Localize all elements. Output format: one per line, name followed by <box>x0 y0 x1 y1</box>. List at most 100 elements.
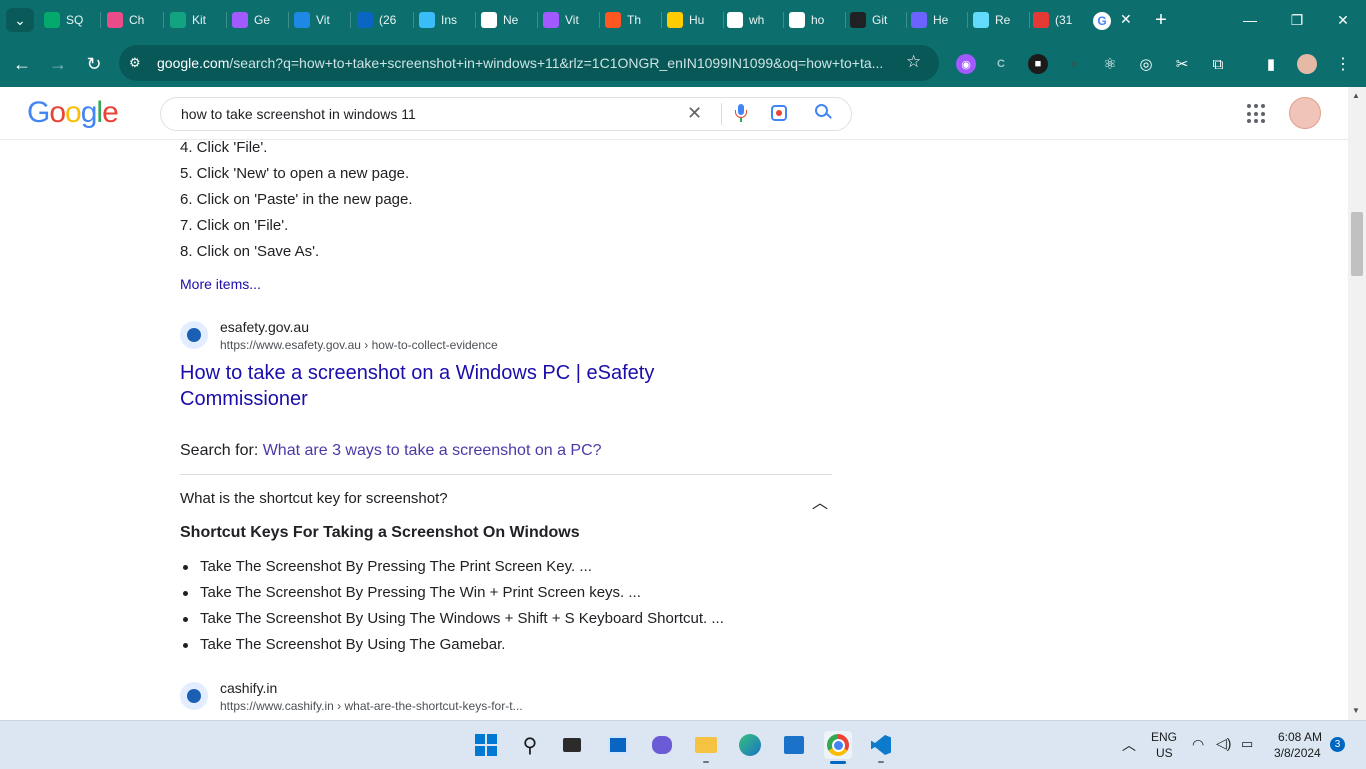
close-tab-icon[interactable]: ✕ <box>1120 11 1132 28</box>
clock-date[interactable]: 3/8/2024 <box>1274 746 1321 760</box>
back-button[interactable]: ← <box>10 52 34 76</box>
tab-separator <box>288 12 289 28</box>
globe-icon[interactable] <box>180 682 208 710</box>
notification-badge[interactable]: 3 <box>1330 737 1345 752</box>
vscode-icon[interactable] <box>867 731 895 759</box>
result-url[interactable]: https://www.esafety.gov.au › how-to-coll… <box>220 338 498 352</box>
browser-tab[interactable]: Ch <box>107 8 151 32</box>
browser-tab[interactable]: Git <box>850 8 894 32</box>
tab-label: (31 <box>1055 13 1073 27</box>
extension-3-icon[interactable]: ■ <box>1028 54 1048 74</box>
page-scrollbar[interactable]: ▲ ▼ <box>1348 87 1366 720</box>
browser-tab[interactable]: Ins <box>419 8 463 32</box>
site-info-icon[interactable]: ⚙ <box>129 55 141 71</box>
result-site-name[interactable]: esafety.gov.au <box>220 319 309 335</box>
search-input[interactable]: how to take screenshot in windows 11 <box>181 106 416 122</box>
lens-icon[interactable] <box>771 105 787 121</box>
voice-search-icon[interactable] <box>735 104 747 122</box>
result-title-link-line2[interactable]: Commissioner <box>180 388 308 411</box>
bookmark-star-icon[interactable]: ☆ <box>906 52 921 72</box>
tab-separator <box>413 12 414 28</box>
browser-toolbar: ← → ↻ ⚙ google.com/search?q=how+to+take+… <box>0 41 1366 87</box>
logo-letter: g <box>80 96 98 129</box>
browser-tab[interactable]: Kit <box>170 8 214 32</box>
teams-chat-icon[interactable] <box>648 731 676 759</box>
language-indicator[interactable]: ENG <box>1151 730 1177 744</box>
browser-tab[interactable]: Vit <box>294 8 338 32</box>
result-url[interactable]: https://www.cashify.in › what-are-the-sh… <box>220 699 523 713</box>
widgets-icon[interactable] <box>604 731 632 759</box>
volume-icon[interactable]: ◁) <box>1216 735 1231 752</box>
logo-letter: e <box>102 96 119 129</box>
show-hidden-icons-chevron-icon[interactable]: ︿ <box>1122 735 1136 755</box>
browser-tab[interactable]: SQ <box>44 8 88 32</box>
search-for-link[interactable]: What are 3 ways to take a screenshot on … <box>263 442 602 459</box>
browser-tab[interactable]: Re <box>973 8 1017 32</box>
tab-active[interactable]: G ✕ <box>1087 6 1143 41</box>
browser-tab[interactable]: (26 <box>357 8 401 32</box>
browser-tab[interactable]: Hu <box>667 8 711 32</box>
chrome-taskbar-icon[interactable] <box>824 731 852 759</box>
extension-1-icon[interactable]: ◉ <box>956 54 976 74</box>
account-avatar[interactable] <box>1289 97 1321 129</box>
profile-avatar[interactable] <box>1297 54 1317 74</box>
reload-button[interactable]: ↻ <box>82 52 106 76</box>
scrollbar-thumb[interactable] <box>1351 212 1363 276</box>
task-view-icon[interactable] <box>558 731 586 759</box>
clear-icon[interactable]: ✕ <box>687 103 702 124</box>
browser-tab[interactable]: wh <box>727 8 771 32</box>
address-bar[interactable]: ⚙ google.com/search?q=how+to+take+screen… <box>119 45 939 81</box>
result-title-link[interactable]: How to take a screenshot on a Windows PC… <box>180 362 654 385</box>
chevron-up-icon[interactable]: ︿ <box>812 489 828 513</box>
browser-tab[interactable]: He <box>911 8 955 32</box>
browser-tab[interactable]: Ge <box>232 8 276 32</box>
tab-search-chevron-icon[interactable]: ⌄ <box>6 8 34 32</box>
browser-tab[interactable]: ho <box>789 8 833 32</box>
clock-time[interactable]: 6:08 AM <box>1278 730 1322 744</box>
google-logo[interactable]: Google <box>27 96 119 130</box>
search-box[interactable]: how to take screenshot in windows 11 ✕ <box>160 97 852 131</box>
wifi-icon[interactable]: ◠ <box>1192 736 1204 753</box>
side-panel-icon[interactable]: ▮ <box>1261 54 1281 74</box>
minimize-button[interactable]: — <box>1230 8 1270 32</box>
faq-question[interactable]: What is the shortcut key for screenshot? <box>180 490 448 507</box>
tab-label: Vit <box>316 13 330 27</box>
new-tab-button[interactable]: + <box>1141 8 1181 32</box>
list-item: Take The Screenshot By Pressing The Prin… <box>200 558 592 575</box>
file-explorer-icon[interactable] <box>692 731 720 759</box>
forward-button[interactable]: → <box>46 52 70 76</box>
tab-separator <box>475 12 476 28</box>
browser-tab[interactable]: (31 <box>1033 8 1077 32</box>
extension-4-icon[interactable]: ✷ <box>1064 54 1084 74</box>
menu-dots-icon[interactable]: ⋮ <box>1333 54 1353 74</box>
extension-2-icon[interactable]: C <box>991 54 1011 74</box>
apps-grid-icon[interactable] <box>1247 104 1267 124</box>
restore-button[interactable]: ❐ <box>1277 8 1317 32</box>
tab-label: Ne <box>503 13 519 27</box>
extension-7-icon[interactable]: ✂ <box>1172 54 1192 74</box>
search-taskbar-icon[interactable]: ⚲ <box>516 731 544 759</box>
extension-6-icon[interactable]: ◎ <box>1136 54 1156 74</box>
divider <box>180 474 832 475</box>
extensions-puzzle-icon[interactable]: ⧉ <box>1208 54 1228 74</box>
logo-letter: G <box>27 96 50 129</box>
browser-tab[interactable]: Vit <box>543 8 587 32</box>
battery-icon[interactable]: ▭ <box>1241 736 1253 752</box>
scroll-down-icon[interactable]: ▼ <box>1352 706 1360 715</box>
tab-label: Hu <box>689 13 705 27</box>
globe-icon[interactable] <box>180 321 208 349</box>
tab-label: wh <box>749 13 765 27</box>
start-windows-icon[interactable] <box>472 731 500 759</box>
close-window-button[interactable]: ✕ <box>1323 8 1363 32</box>
google-header: Google how to take screenshot in windows… <box>0 87 1366 140</box>
browser-tab[interactable]: Ne <box>481 8 525 32</box>
scroll-up-icon[interactable]: ▲ <box>1352 91 1360 100</box>
edge-icon[interactable] <box>736 731 764 759</box>
browser-tab[interactable]: Th <box>605 8 649 32</box>
result-site-name[interactable]: cashify.in <box>220 680 277 696</box>
more-items-link[interactable]: More items... <box>180 276 261 292</box>
tab-separator <box>723 12 724 28</box>
react-devtools-icon[interactable]: ⚛ <box>1100 54 1120 74</box>
store-icon[interactable] <box>780 731 808 759</box>
active-indicator <box>830 761 846 764</box>
